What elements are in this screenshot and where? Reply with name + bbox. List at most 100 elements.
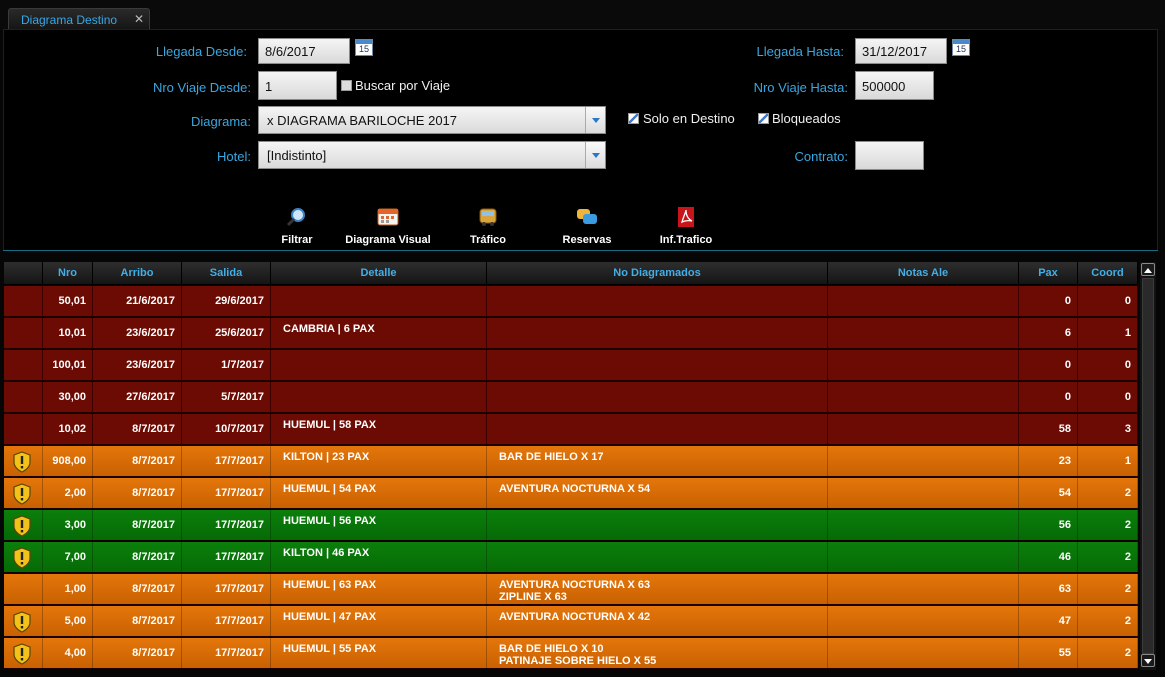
table-row[interactable]: 908,00 8/7/2017 17/7/2017 KILTON | 23 PAX BA… (4, 446, 1138, 477)
table-row[interactable]: 10,01 23/6/2017 25/6/2017 CAMBRIA | 6 PAX 6 1 (4, 318, 1138, 349)
table-row[interactable]: 7,00 8/7/2017 17/7/2017 KILTON | 46 PAX 46 2 (4, 542, 1138, 573)
cell-pax: 46 (1019, 542, 1078, 573)
col-header-salida[interactable]: Salida (182, 262, 271, 285)
col-header-notas-ale[interactable]: Notas Ale (828, 262, 1019, 285)
cell-pax: 0 (1019, 382, 1078, 413)
buscar-por-viaje-label: Buscar por Viaje (355, 78, 451, 93)
table-row[interactable]: 10,02 8/7/2017 10/7/2017 HUEMUL | 58 PAX 58 3 (4, 414, 1138, 445)
vertical-scrollbar[interactable] (1140, 262, 1156, 670)
cell-coord: 2 (1078, 542, 1138, 573)
cell-detalle: HUEMUL | 55 PAX (271, 638, 487, 669)
trafico-button[interactable]: Tráfico (464, 207, 512, 246)
cell-arribo: 8/7/2017 (93, 414, 182, 445)
table-row[interactable]: 1,00 8/7/2017 17/7/2017 HUEMUL | 63 PAX AVEN… (4, 574, 1138, 605)
diagrama-visual-button[interactable]: Diagrama Visual (338, 207, 438, 246)
table-row[interactable]: 30,00 27/6/2017 5/7/2017 0 0 (4, 382, 1138, 413)
table-row[interactable]: 4,00 8/7/2017 17/7/2017 HUEMUL | 55 PAX BAR … (4, 638, 1138, 669)
warning-shield-icon (13, 547, 31, 569)
table-row[interactable]: 5,00 8/7/2017 17/7/2017 HUEMUL | 47 PAX AVEN… (4, 606, 1138, 637)
scroll-thumb[interactable] (1142, 278, 1154, 654)
tab-bar: Diagrama Destino ✕ (0, 0, 1165, 30)
nro-viaje-desde-input[interactable]: 1 (258, 71, 337, 100)
cell-detalle: HUEMUL | 47 PAX (271, 606, 487, 637)
cell-coord: 3 (1078, 414, 1138, 445)
table-row[interactable]: 3,00 8/7/2017 17/7/2017 HUEMUL | 56 PAX 56 2 (4, 510, 1138, 541)
cell-salida: 17/7/2017 (182, 542, 271, 573)
cell-arribo: 8/7/2017 (93, 478, 182, 509)
cell-salida: 5/7/2017 (182, 382, 271, 413)
cell-pax: 56 (1019, 510, 1078, 541)
cell-notas (828, 350, 1019, 381)
table-row[interactable]: 50,01 21/6/2017 29/6/2017 0 0 (4, 286, 1138, 317)
calendar-grid-icon (377, 208, 399, 226)
cell-no-diagramados (487, 286, 828, 317)
cell-notas (828, 446, 1019, 477)
chevron-down-icon[interactable] (585, 142, 605, 168)
cell-no-diagramados: BAR DE HIELO X 17 (487, 446, 828, 477)
cell-coord: 0 (1078, 350, 1138, 381)
diagrama-label: Diagrama: (191, 114, 251, 129)
col-header-nro[interactable]: Nro (43, 262, 93, 285)
trafico-label: Tráfico (469, 234, 507, 246)
cell-coord: 2 (1078, 510, 1138, 541)
col-header-pax[interactable]: Pax (1019, 262, 1078, 285)
cell-arribo: 23/6/2017 (93, 318, 182, 349)
solo-en-destino-checkbox[interactable] (628, 113, 639, 124)
cell-pax: 23 (1019, 446, 1078, 477)
cell-nro: 30,00 (43, 382, 93, 413)
llegada-desde-label: Llegada Desde: (155, 44, 247, 59)
cell-salida: 17/7/2017 (182, 510, 271, 541)
cell-pax: 54 (1019, 478, 1078, 509)
filtrar-button[interactable]: Filtrar (274, 207, 320, 246)
cell-coord: 2 (1078, 606, 1138, 637)
cell-nro: 10,01 (43, 318, 93, 349)
llegada-hasta-input[interactable]: 31/12/2017 (855, 38, 947, 64)
col-header-no-diagramados[interactable]: No Diagramados (487, 262, 828, 285)
contrato-input[interactable] (855, 141, 924, 170)
chat-icon (577, 209, 597, 224)
status-cell (4, 638, 43, 669)
cell-nro: 50,01 (43, 286, 93, 317)
cell-salida: 1/7/2017 (182, 350, 271, 381)
buscar-por-viaje-checkbox[interactable] (341, 80, 352, 91)
status-cell (4, 414, 43, 445)
calendar-icon[interactable]: 15 (355, 39, 373, 56)
divider (3, 250, 1158, 251)
table-row[interactable]: 2,00 8/7/2017 17/7/2017 HUEMUL | 54 PAX AVEN… (4, 478, 1138, 509)
cell-arribo: 23/6/2017 (93, 350, 182, 381)
status-cell (4, 478, 43, 509)
cell-nro: 5,00 (43, 606, 93, 637)
table-row[interactable]: 100,01 23/6/2017 1/7/2017 0 0 (4, 350, 1138, 381)
chevron-down-icon[interactable] (585, 107, 605, 133)
scroll-down-icon[interactable] (1141, 654, 1155, 667)
scroll-up-icon[interactable] (1141, 263, 1155, 276)
cell-no-diagramados (487, 382, 828, 413)
llegada-desde-input[interactable]: 8/6/2017 (258, 38, 350, 64)
cell-detalle: HUEMUL | 58 PAX (271, 414, 487, 445)
status-cell (4, 286, 43, 317)
reservas-button[interactable]: Reservas (557, 207, 617, 246)
hotel-select[interactable]: [Indistinto] (258, 141, 606, 169)
close-icon[interactable]: ✕ (134, 12, 144, 26)
contrato-label: Contrato: (794, 149, 848, 164)
bloqueados-checkbox[interactable] (758, 113, 769, 124)
col-header-arribo[interactable]: Arribo (93, 262, 182, 285)
cell-pax: 58 (1019, 414, 1078, 445)
cell-salida: 17/7/2017 (182, 574, 271, 605)
cell-nro: 1,00 (43, 574, 93, 605)
col-header-icon[interactable] (4, 262, 43, 285)
warning-shield-icon (13, 515, 31, 537)
no-diagramados-line: AVENTURA NOCTURNA X 42 (499, 611, 651, 623)
inf-trafico-button[interactable]: Inf.Trafico (653, 207, 719, 246)
col-header-coord[interactable]: Coord (1078, 262, 1138, 285)
diagrama-select[interactable]: x DIAGRAMA BARILOCHE 2017 (258, 106, 606, 134)
tab-diagrama-destino[interactable]: Diagrama Destino ✕ (8, 8, 150, 30)
col-header-detalle[interactable]: Detalle (271, 262, 487, 285)
cell-no-diagramados: AVENTURA NOCTURNA X 63 ZIPLINE X 63 (487, 574, 828, 605)
nro-viaje-hasta-input[interactable]: 500000 (855, 71, 934, 100)
cell-no-diagramados (487, 318, 828, 349)
grid-header: Nro Arribo Salida Detalle No Diagramados… (4, 262, 1138, 285)
cell-no-diagramados: BAR DE HIELO X 10 PATINAJE SOBRE HIELO X … (487, 638, 828, 669)
calendar-icon[interactable]: 15 (952, 39, 970, 56)
cell-nro: 2,00 (43, 478, 93, 509)
